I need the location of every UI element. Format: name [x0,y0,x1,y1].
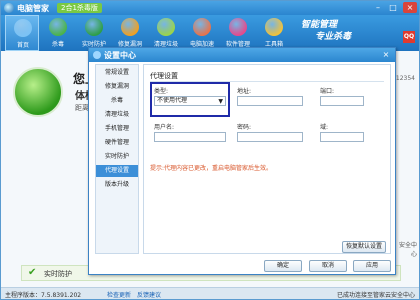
shield-check-icon: ✔ [28,267,37,278]
toolbar-toolbox[interactable]: 工具箱 [257,15,291,51]
toolbar-patch[interactable]: 修复漏洞 [113,15,147,51]
shield-icon [49,18,67,36]
port-label: 端口: [320,88,335,95]
nav-item-cleanup[interactable]: 清理垃圾 [96,109,138,121]
cancel-button[interactable]: 取消 [309,260,347,272]
main-toolbar: 首页 杀毒 实时防护 修复漏洞 清理垃圾 电脑加速 软件管理 工具箱 智能管理 … [1,15,419,51]
restart-hint: 提示:代理内容已更改，重启电脑管家后生效。 [150,165,273,172]
proxy-settings-panel: 代理设置 类型: 不使用代理 ▼ 地址: 端口: 用户名: 密码: 域: 提示:… [143,64,391,254]
password-input[interactable] [237,132,303,142]
version-text: 主程序版本：7.5.8391.202 [5,292,82,299]
address-label: 地址: [237,88,252,95]
brand-line-2: 专业杀毒 [315,32,352,42]
address-input[interactable] [237,96,303,106]
settings-nav: 常规设置 修复漏洞 杀毒 清理垃圾 手机管理 硬件管理 实时防护 代理设置 版本… [95,64,139,254]
banner-text: 实时防护 [44,270,72,278]
port-input[interactable] [320,96,364,106]
status-bar: 主程序版本：7.5.8391.202 检查更新 反馈建议 已成功连接至管家云安全… [1,287,419,299]
toolbar-antivirus[interactable]: 杀毒 [41,15,75,51]
health-status-icon [13,67,63,117]
brand-line-1: 智能管理 [301,20,338,30]
nav-item-phone[interactable]: 手机管理 [96,123,138,135]
panel-heading: 代理设置 [150,72,178,80]
domain-label: 域: [320,124,329,131]
minimize-button[interactable]: – [371,2,385,13]
dialog-title-bar: 设置中心 × [89,48,395,62]
nav-item-realtime[interactable]: 实时防护 [96,151,138,163]
close-button[interactable]: × [403,2,417,13]
nav-item-proxy[interactable]: 代理设置 [96,165,138,177]
feedback-link[interactable]: 反馈建议 [137,290,161,299]
nav-item-patch[interactable]: 修复漏洞 [96,81,138,93]
nav-item-general[interactable]: 常规设置 [96,67,138,79]
maximize-button[interactable]: □ [386,2,400,13]
toolbar-antivirus-label: 杀毒 [51,41,64,48]
dialog-title: 设置中心 [104,51,136,60]
settings-icon [93,51,101,59]
nav-item-hardware[interactable]: 硬件管理 [96,137,138,149]
nav-item-antivirus[interactable]: 杀毒 [96,95,138,107]
ok-button[interactable]: 确定 [264,260,302,272]
password-label: 密码: [237,124,252,131]
broom-icon [157,18,175,36]
apply-button[interactable]: 应用 [353,260,391,272]
toolbox-icon [265,18,283,36]
right-number: 12354 [395,75,415,82]
right-edge-text: 安全中心 [399,242,418,258]
rocket-icon [193,18,211,36]
protection-icon [85,18,103,36]
username-label: 用户名: [154,124,175,131]
cloud-status: 已成功连接至管家云安全中心 [336,292,415,299]
home-icon [14,19,32,37]
toolbar-cleanup[interactable]: 清理垃圾 [149,15,183,51]
title-bar: 电脑管家 2合1杀毒版 – □ × [1,1,419,15]
edition-badge: 2合1杀毒版 [57,3,102,13]
check-update-link[interactable]: 检查更新 [107,290,131,299]
dialog-close-button[interactable]: × [380,50,392,60]
brand-slogan: 智能管理 专业杀毒 [301,19,351,43]
restore-defaults-button[interactable]: 恢复默认设置 [342,241,386,253]
apps-icon [229,18,247,36]
nav-item-upgrade[interactable]: 版本升级 [96,179,138,191]
app-title: 电脑管家 [17,4,49,13]
highlight-annotation [150,82,230,117]
toolbar-home-label: 首页 [16,42,29,49]
toolbar-realtime[interactable]: 实时防护 [77,15,111,51]
app-logo-icon [4,3,14,13]
toolbar-software[interactable]: 软件管理 [221,15,255,51]
toolbar-home[interactable]: 首页 [5,15,39,51]
settings-dialog: 设置中心 × 常规设置 修复漏洞 杀毒 清理垃圾 手机管理 硬件管理 实时防护 … [88,47,396,275]
domain-input[interactable] [320,132,364,142]
patch-icon [121,18,139,36]
toolbar-speedup[interactable]: 电脑加速 [185,15,219,51]
qq-badge[interactable]: QQ [403,31,415,43]
username-input[interactable] [154,132,226,142]
